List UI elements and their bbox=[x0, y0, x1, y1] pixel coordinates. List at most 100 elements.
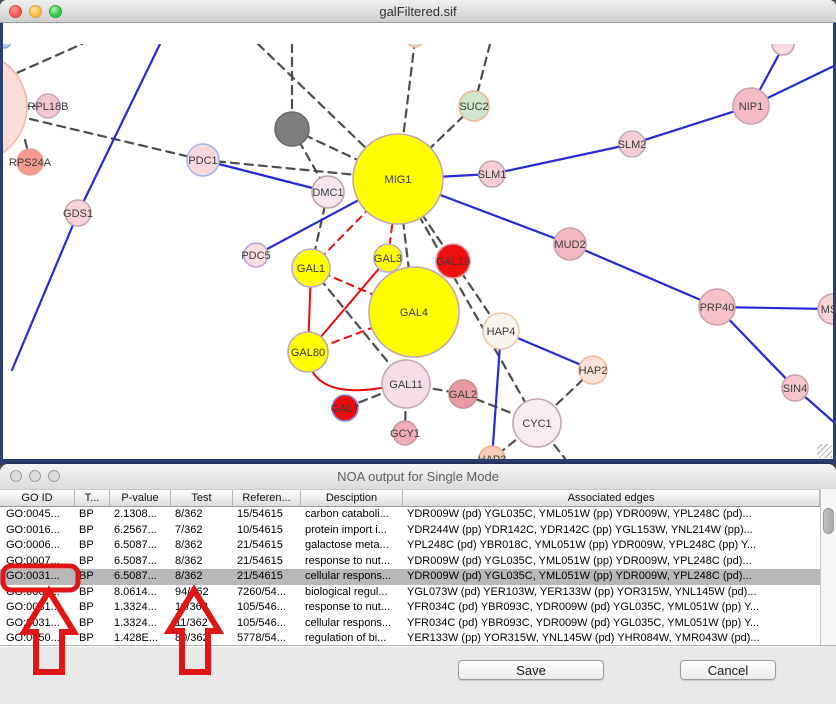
table-cell: response to nut... bbox=[301, 600, 403, 616]
node-label-gal10: GAL10 bbox=[436, 256, 470, 268]
minimize-button-icon[interactable] bbox=[29, 470, 41, 482]
table-cell: YFR034C (pd) YBR093C, YDR009W (pd) YGL03… bbox=[403, 616, 820, 632]
table-row[interactable]: GO:0006...BP6.5087...8/36221/54615galact… bbox=[0, 538, 820, 554]
top-green-sliver-node[interactable] bbox=[406, 44, 424, 47]
unlabeled-gray-node[interactable] bbox=[275, 112, 309, 146]
scrollbar-thumb[interactable] bbox=[823, 508, 834, 534]
node-label-cyc1: CYC1 bbox=[522, 418, 551, 430]
table-cell: 105/546... bbox=[233, 600, 301, 616]
table-bottom-divider bbox=[0, 645, 836, 646]
table-row[interactable]: GO:0007...BP6.5087...8/36221/54615respon… bbox=[0, 554, 820, 570]
table-cell: 10/54615 bbox=[233, 523, 301, 539]
zoom-button-icon[interactable] bbox=[49, 5, 62, 18]
table-row[interactable]: GO:0031...BP1.3324...11/362105/546...cel… bbox=[0, 616, 820, 632]
close-button-icon[interactable] bbox=[9, 5, 22, 18]
node-label-prp40: PRP40 bbox=[700, 302, 735, 314]
table-cell: YDR009W (pd) YGL035C, YML051W (pp) YDR00… bbox=[403, 569, 820, 585]
network-canvas[interactable]: RPL18BRPS24AGDS1PDC1DMC1MIG1SUC2SLM1SLM2… bbox=[0, 22, 836, 464]
table-cell: cellular respons... bbox=[301, 616, 403, 632]
network-edge bbox=[492, 144, 632, 174]
noa-window-title: NOA output for Single Mode bbox=[337, 469, 499, 484]
table-cell: YDR244W (pp) YDR142C, YDR142C (pp) YGL15… bbox=[403, 523, 820, 539]
zoom-button-icon[interactable] bbox=[48, 470, 60, 482]
node-label-mig1: MIG1 bbox=[385, 174, 412, 186]
table-cell: YPL248C (pd) YBR018C, YML051W (pp) YDR00… bbox=[403, 538, 820, 554]
network-edge bbox=[12, 213, 78, 370]
table-cell: galactose meta... bbox=[301, 538, 403, 554]
table-cell: BP bbox=[75, 585, 110, 601]
noa-window: NOA output for Single Mode GO IDT...P-va… bbox=[0, 464, 836, 704]
save-button[interactable]: Save bbox=[458, 660, 604, 680]
table-cell: carbon cataboli... bbox=[301, 507, 403, 523]
noa-titlebar[interactable]: NOA output for Single Mode bbox=[0, 464, 836, 490]
table-cell: protein import i... bbox=[301, 523, 403, 539]
table-cell: BP bbox=[75, 507, 110, 523]
minimize-button-icon[interactable] bbox=[29, 5, 42, 18]
table-cell: GO:0065... bbox=[0, 585, 75, 601]
table-cell: 6.5087... bbox=[110, 554, 171, 570]
network-window: RPL18BRPS24AGDS1PDC1DMC1MIG1SUC2SLM1SLM2… bbox=[0, 0, 836, 464]
table-cell: GO:0007... bbox=[0, 554, 75, 570]
table-row[interactable]: GO:0016...BP6.2567...7/36210/54615protei… bbox=[0, 523, 820, 539]
network-edge bbox=[78, 44, 160, 213]
network-titlebar[interactable]: galFiltered.sif bbox=[0, 0, 836, 23]
noa-table: GO IDT...P-valueTestReferen...Desciption… bbox=[0, 489, 820, 647]
table-cell: 8.0614... bbox=[110, 585, 171, 601]
node-label-hap4: HAP4 bbox=[487, 326, 516, 338]
node-label-gal7: GAL7 bbox=[331, 403, 359, 415]
table-cell: 2.1308... bbox=[110, 507, 171, 523]
table-row[interactable]: GO:0031...BP6.5087...8/36221/54615cellul… bbox=[0, 569, 820, 585]
node-label-suc2: SUC2 bbox=[459, 101, 488, 113]
table-row[interactable]: GO:0031...BP1.3324...11/362105/546...res… bbox=[0, 600, 820, 616]
node-label-gal4: GAL4 bbox=[400, 307, 428, 319]
table-cell: 11/362 bbox=[171, 600, 233, 616]
column-header-desciption[interactable]: Desciption bbox=[301, 490, 403, 506]
table-cell: 6.2567... bbox=[110, 523, 171, 539]
column-header-referen-[interactable]: Referen... bbox=[233, 490, 301, 506]
table-cell: 8/362 bbox=[171, 538, 233, 554]
node-label-gal1: GAL1 bbox=[297, 263, 325, 275]
table-cell: 21/54615 bbox=[233, 554, 301, 570]
table-cell: cellular respons... bbox=[301, 569, 403, 585]
table-cell: 105/546... bbox=[233, 616, 301, 632]
network-svg: RPL18BRPS24AGDS1PDC1DMC1MIG1SUC2SLM1SLM2… bbox=[0, 44, 836, 464]
table-cell: GO:0006... bbox=[0, 538, 75, 554]
node-label-rpl18b: RPL18B bbox=[28, 101, 69, 113]
table-cell: 7260/54... bbox=[233, 585, 301, 601]
network-window-title: galFiltered.sif bbox=[379, 4, 456, 19]
table-cell: BP bbox=[75, 600, 110, 616]
node-label-gal3: GAL3 bbox=[374, 253, 402, 265]
table-cell: 1.3324... bbox=[110, 616, 171, 632]
table-cell: 8/362 bbox=[171, 569, 233, 585]
column-header-associated-edges[interactable]: Associated edges bbox=[403, 490, 820, 506]
table-body: GO:0045...BP2.1308...8/36215/54615carbon… bbox=[0, 507, 820, 647]
column-header-test[interactable]: Test bbox=[171, 490, 233, 506]
column-header-p-value[interactable]: P-value bbox=[110, 490, 171, 506]
node-label-gal80: GAL80 bbox=[291, 347, 325, 359]
close-button-icon[interactable] bbox=[10, 470, 22, 482]
node-label-hap2: HAP2 bbox=[579, 365, 608, 377]
node-label-rps24a: RPS24A bbox=[9, 157, 52, 169]
table-cell: BP bbox=[75, 569, 110, 585]
column-header-t-[interactable]: T... bbox=[75, 490, 110, 506]
column-header-go-id[interactable]: GO ID bbox=[0, 490, 75, 506]
top-right-sliver-node[interactable] bbox=[772, 44, 794, 55]
table-cell: 6.5087... bbox=[110, 569, 171, 585]
table-row[interactable]: GO:0045...BP2.1308...8/36215/54615carbon… bbox=[0, 507, 820, 523]
node-label-nip1: NIP1 bbox=[739, 101, 763, 113]
node-label-sin4: SIN4 bbox=[783, 383, 807, 395]
resize-grip-icon[interactable] bbox=[817, 444, 832, 458]
node-label-slm2: SLM2 bbox=[618, 139, 647, 151]
table-cell: biological regul... bbox=[301, 585, 403, 601]
cancel-button[interactable]: Cancel bbox=[680, 660, 776, 680]
node-label-slm1: SLM1 bbox=[478, 169, 507, 181]
table-cell: BP bbox=[75, 538, 110, 554]
table-row[interactable]: GO:0065...BP8.0614...94/3627260/54...bio… bbox=[0, 585, 820, 601]
table-cell: 8/362 bbox=[171, 507, 233, 523]
node-label-pdc1: PDC1 bbox=[188, 155, 217, 167]
vertical-scrollbar[interactable] bbox=[820, 489, 836, 645]
left-large-node[interactable] bbox=[0, 52, 27, 162]
table-cell: YDR009W (pd) YGL035C, YML051W (pp) YDR00… bbox=[403, 554, 820, 570]
node-label-dmc1: DMC1 bbox=[312, 187, 343, 199]
table-cell: 8/362 bbox=[171, 554, 233, 570]
